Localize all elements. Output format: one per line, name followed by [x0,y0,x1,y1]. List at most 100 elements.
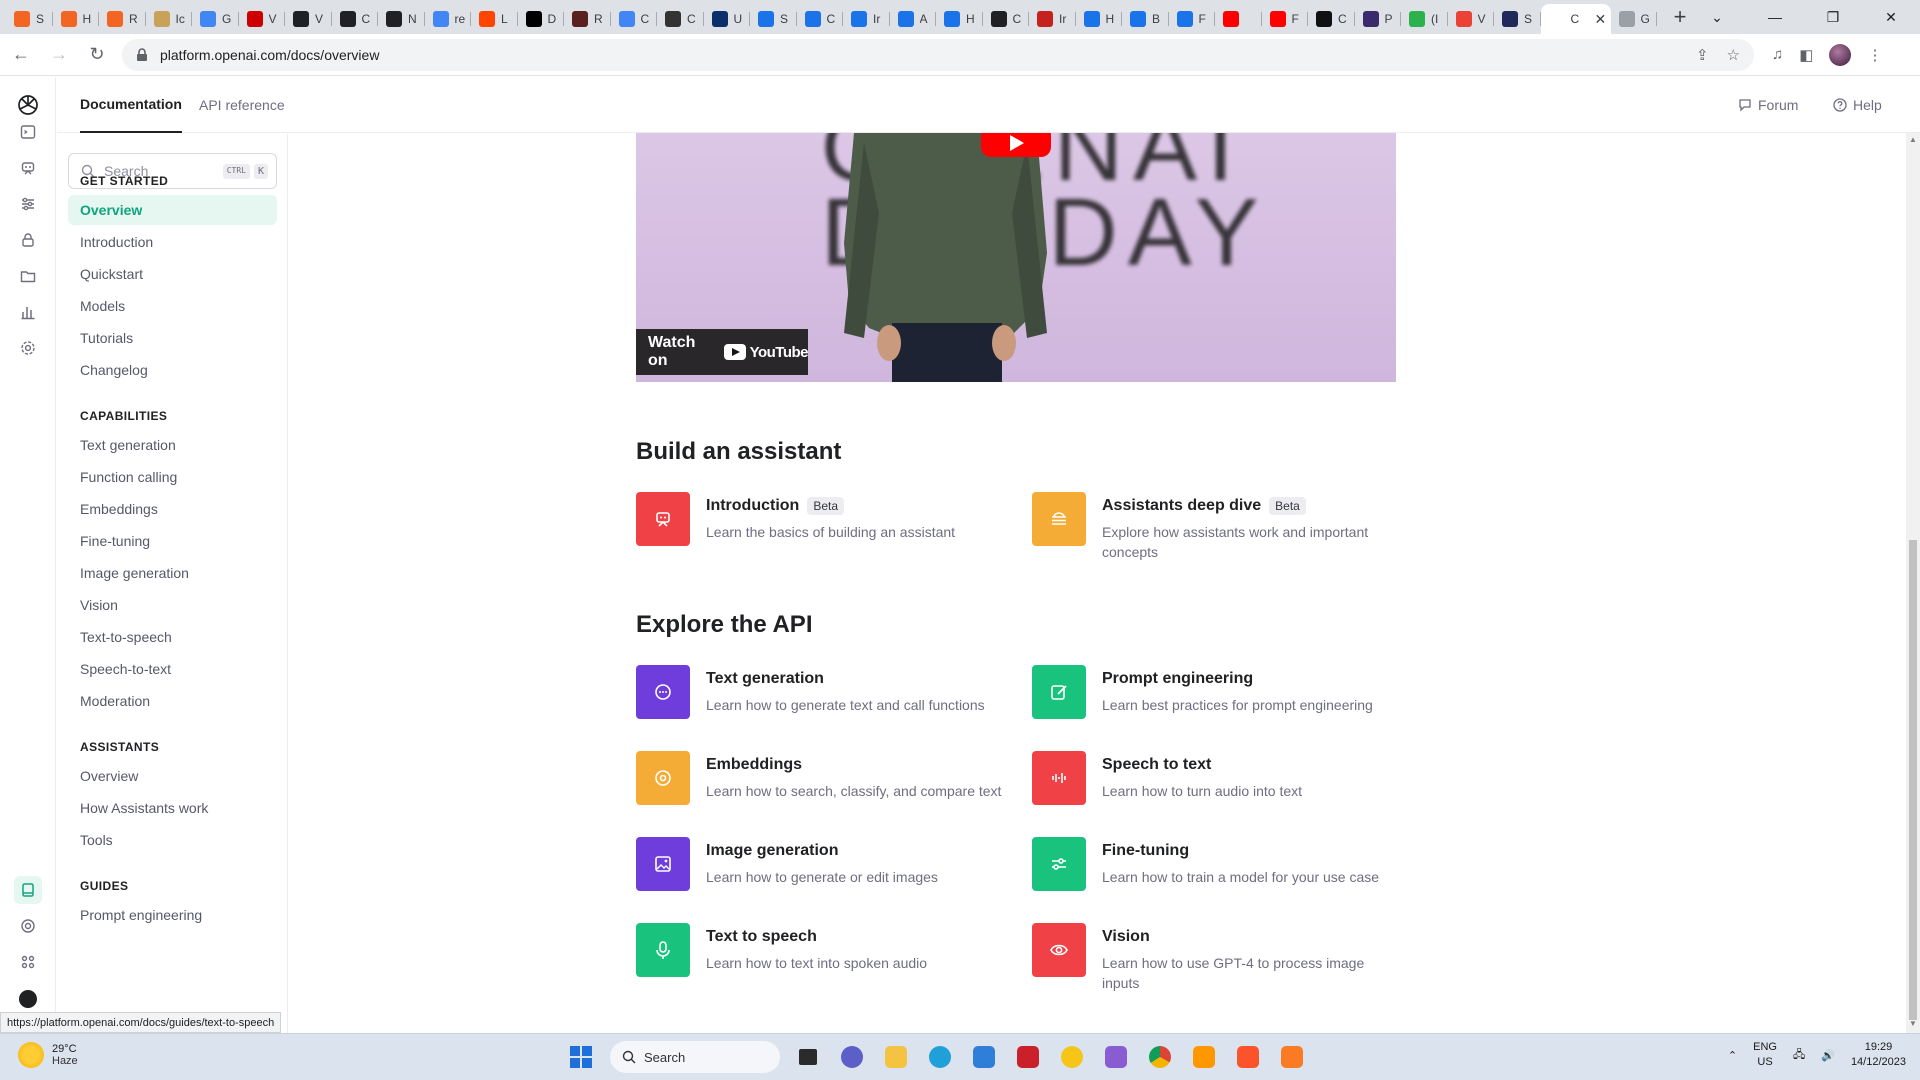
browser-tab[interactable]: C [611,4,658,34]
card-image-generation[interactable]: Image generation Learn how to generate or… [636,837,1006,897]
browser-tab[interactable]: C [1308,4,1355,34]
browser-tab[interactable]: V [239,4,286,34]
assistants-icon[interactable] [18,158,38,178]
sidebar-item-tools[interactable]: Tools [68,825,277,855]
browser-tab[interactable]: re [425,4,472,34]
fine-tuning-icon[interactable] [18,194,38,214]
sidebar-item-text-generation[interactable]: Text generation [68,430,277,460]
sidebar-item-introduction[interactable]: Introduction [68,227,277,257]
file-explorer-icon[interactable] [880,1041,912,1073]
browser-tab[interactable]: G [1611,4,1658,34]
sidebar-item-overview[interactable]: Overview [68,761,277,791]
taskbar-search[interactable]: Search [610,1041,780,1073]
card-assistants-deep-dive[interactable]: Assistants deep dive Beta Explore how assi… [1032,492,1402,560]
browser-tab[interactable]: S [6,4,53,34]
browser-tab[interactable]: C [657,4,704,34]
sidebar-item-image-generation[interactable]: Image generation [68,558,277,588]
sidebar-item-moderation[interactable]: Moderation [68,686,277,716]
apps-grid-icon[interactable] [18,952,38,972]
browser-tab[interactable]: H [936,4,983,34]
youtube-play-button[interactable] [981,133,1051,157]
browser-tab[interactable]: H [53,4,100,34]
sidebar-item-embeddings[interactable]: Embeddings [68,494,277,524]
xampp-icon[interactable] [1276,1041,1308,1073]
media-control-icon[interactable]: ♫ [1772,46,1783,63]
chrome-icon[interactable] [1144,1041,1176,1073]
tab-api-reference[interactable]: API reference [199,77,285,133]
usage-chart-icon[interactable] [18,302,38,322]
browser-tab[interactable]: U [704,4,751,34]
menu-kebab-icon[interactable]: ⋮ [1867,46,1882,64]
lock-icon[interactable] [136,47,150,62]
bookmark-star-icon[interactable]: ☆ [1727,46,1740,64]
browser-tab[interactable]: S [750,4,797,34]
close-window-button[interactable]: ✕ [1862,0,1920,34]
browser-tab[interactable]: C [797,4,844,34]
store-icon[interactable] [968,1041,1000,1073]
browser-tab[interactable]: D [518,4,565,34]
browser-tab[interactable]: R [564,4,611,34]
windows-start-icon[interactable] [570,1046,592,1068]
volume-icon[interactable]: 🔊 [1821,1049,1835,1062]
minimize-button[interactable]: — [1746,0,1804,34]
card-speech-to-text[interactable]: Speech to text Learn how to turn audio in… [1032,751,1402,811]
page-scroll-thumb[interactable] [1909,540,1917,1020]
browser-tab[interactable]: F [1169,4,1216,34]
app-red-bolt-icon[interactable] [1012,1041,1044,1073]
card-vision[interactable]: Vision Learn how to use GPT-4 to process … [1032,923,1402,991]
watch-on-youtube-button[interactable]: Watch on YouTube [636,329,809,375]
browser-tab[interactable]: (I [1401,4,1448,34]
help-link[interactable]: Help [1833,77,1882,133]
sublime-text-icon[interactable] [1188,1041,1220,1073]
card-text-to-speech[interactable]: Text to speech Learn how to text into spo… [636,923,1006,983]
docs-book-icon[interactable] [14,876,42,904]
openai-logo-icon[interactable] [16,93,40,117]
tray-chevron-up-icon[interactable]: ⌃ [1728,1049,1737,1062]
page-scroll-up-icon[interactable]: ▲ [1909,135,1917,144]
browser-tab[interactable]: Ir [1029,4,1076,34]
network-icon[interactable]: 🖧 [1793,1046,1805,1065]
card-text-generation[interactable]: Text generation Learn how to generate tex… [636,665,1006,725]
snipping-tool-icon[interactable] [1100,1041,1132,1073]
browser-tab[interactable]: Ir [843,4,890,34]
reload-button[interactable]: ↻ [80,38,114,72]
sidebar-item-function-calling[interactable]: Function calling [68,462,277,492]
forward-button[interactable]: → [42,38,76,72]
restore-button[interactable]: ❐ [1804,0,1862,34]
sidebar-item-changelog[interactable]: Changelog [68,355,277,385]
api-keys-lock-icon[interactable] [18,230,38,250]
browser-tab-active[interactable]: C ✕ [1540,4,1611,34]
url-text[interactable]: platform.openai.com/docs/overview [160,47,379,63]
language-indicator[interactable]: ENG US [1753,1040,1777,1070]
card-embeddings[interactable]: Embeddings Learn how to search, classify,… [636,751,1006,811]
brave-browser-icon[interactable] [1232,1041,1264,1073]
sidebar-item-prompt-engineering[interactable]: Prompt engineering [68,900,277,930]
browser-tab[interactable]: S [1494,4,1541,34]
sidebar-item-fine-tuning[interactable]: Fine-tuning [68,526,277,556]
address-bar[interactable]: platform.openai.com/docs/overview ⇪ ☆ [122,38,1754,71]
browser-tab[interactable]: L [471,4,518,34]
browser-tab[interactable]: F [1262,4,1309,34]
task-view-icon[interactable] [792,1041,824,1073]
browser-tab[interactable]: G [192,4,239,34]
sidebar-item-text-to-speech[interactable]: Text-to-speech [68,622,277,652]
browser-tab[interactable]: C [983,4,1030,34]
page-scrollbar[interactable]: ▲ ▼ [1906,133,1920,1033]
sidebar-item-vision[interactable]: Vision [68,590,277,620]
account-avatar-icon[interactable] [18,989,38,1009]
browser-tab[interactable] [1215,4,1262,34]
help-lifebuoy-icon[interactable] [18,916,38,936]
duck-app-icon[interactable] [1056,1041,1088,1073]
browser-tab[interactable]: C [332,4,379,34]
clock[interactable]: 19:29 14/12/2023 [1851,1040,1906,1070]
browser-tab[interactable]: Ic [146,4,193,34]
side-panel-icon[interactable]: ◧ [1799,46,1813,64]
tab-close-icon[interactable]: ✕ [1595,11,1607,28]
profile-avatar[interactable] [1829,43,1852,66]
forum-link[interactable]: Forum [1738,77,1798,133]
browser-tab[interactable]: H [1076,4,1123,34]
back-button[interactable]: ← [4,38,38,72]
card-introduction[interactable]: Introduction Beta Learn the basics of buil… [636,492,1006,552]
browser-tab[interactable]: A [890,4,937,34]
browser-tab[interactable]: R [99,4,146,34]
